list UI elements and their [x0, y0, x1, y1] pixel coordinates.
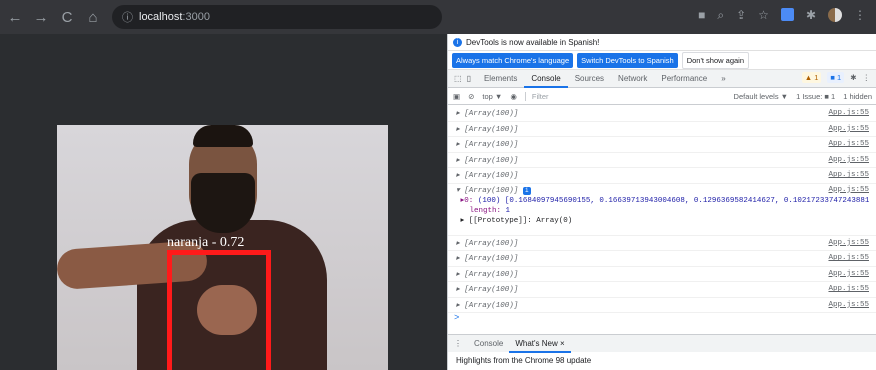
- hidden-count: 1 hidden: [843, 91, 872, 101]
- console-row[interactable]: ▸ [Array(100)] App.js:55: [448, 106, 876, 122]
- detection-box: [167, 250, 271, 370]
- console-row[interactable]: ▸ [Array(100)] App.js:55: [448, 298, 876, 313]
- language-notice: i DevTools is now available in Spanish!: [448, 34, 876, 51]
- source-link[interactable]: App.js:55: [828, 186, 869, 194]
- console-row[interactable]: ▸ [Array(100)] App.js:55: [448, 236, 876, 251]
- info-icon: i: [453, 37, 462, 47]
- filter-input[interactable]: Filter: [524, 91, 675, 101]
- dont-show-button[interactable]: Don't show again: [681, 51, 750, 69]
- clear-console-icon[interactable]: ⊘: [468, 92, 474, 101]
- prototype-entry[interactable]: ▸ [[Prototype]]: Array(0): [461, 217, 573, 225]
- forward-icon[interactable]: →: [30, 9, 52, 26]
- camera-icon[interactable]: ■: [698, 8, 705, 23]
- sidebar-toggle-icon[interactable]: ▣: [453, 92, 460, 101]
- detection-label: naranja - 0.72: [167, 235, 245, 250]
- source-link[interactable]: App.js:55: [828, 301, 869, 309]
- console-row-expanded[interactable]: ▾ [Array(100)] i ▸0: (100) [0.1684097945…: [448, 184, 876, 236]
- address-bar[interactable]: ⓘ localhost:3000: [112, 5, 442, 29]
- console-row[interactable]: ▸ [Array(100)] App.js:55: [448, 153, 876, 168]
- info-badge-icon: i: [522, 186, 531, 195]
- drawer-tab-whats-new[interactable]: What's New ×: [509, 335, 571, 353]
- warning-count: 1: [814, 73, 819, 82]
- warning-badge[interactable]: ▲ 1: [801, 72, 822, 83]
- more-tabs-icon[interactable]: »: [714, 70, 732, 88]
- console-row[interactable]: ▸ [Array(100)] App.js:55: [448, 137, 876, 153]
- tab-sources[interactable]: Sources: [568, 70, 611, 88]
- bookmark-star-icon[interactable]: ☆: [758, 8, 769, 23]
- console-row[interactable]: ▸ [Array(100)] App.js:55: [448, 251, 876, 267]
- page-content: naranja - 0.72: [0, 34, 447, 370]
- eye-icon[interactable]: ◉: [510, 92, 517, 101]
- share-icon[interactable]: ⇪: [736, 8, 746, 23]
- more-options-icon[interactable]: ⋮: [863, 73, 871, 82]
- info-badge[interactable]: ■ 1: [827, 72, 845, 83]
- back-icon[interactable]: ←: [4, 9, 26, 26]
- tab-elements[interactable]: Elements: [477, 70, 524, 88]
- home-icon[interactable]: ⌂: [82, 9, 104, 26]
- drawer-menu-icon[interactable]: ⋮: [448, 339, 468, 348]
- person-beard: [191, 173, 255, 233]
- length-value: 1: [505, 206, 511, 215]
- source-link[interactable]: App.js:55: [828, 109, 869, 117]
- tab-console[interactable]: Console: [524, 70, 568, 88]
- notice-text: DevTools is now available in Spanish!: [466, 37, 600, 47]
- person-hair: [193, 125, 253, 147]
- match-language-button[interactable]: Always match Chrome's language: [452, 52, 574, 68]
- webcam-video: naranja - 0.72: [57, 125, 388, 370]
- console-row[interactable]: ▸ [Array(100)] App.js:55: [448, 168, 876, 184]
- url-host: localhost: [139, 11, 183, 23]
- menu-icon[interactable]: ⋮: [854, 8, 866, 23]
- browser-toolbar: ← → C ⌂ ⓘ localhost:3000 ■ ⌕ ⇪ ☆ ✱ ⋮: [0, 0, 876, 34]
- source-link[interactable]: App.js:55: [828, 239, 869, 247]
- extension-icon[interactable]: [780, 8, 794, 21]
- devtools-panel: i DevTools is now available in Spanish! …: [447, 34, 876, 370]
- devtools-tabs: ⬚ ▯ Elements Console Sources Network Per…: [448, 70, 876, 88]
- source-link[interactable]: App.js:55: [828, 285, 869, 293]
- tab-performance[interactable]: Performance: [654, 70, 714, 88]
- info-count: 1: [837, 73, 842, 82]
- source-link[interactable]: App.js:55: [828, 156, 869, 164]
- device-toggle-icon[interactable]: ▯: [467, 74, 471, 83]
- site-info-icon[interactable]: ⓘ: [122, 9, 133, 25]
- length-key: length:: [469, 206, 502, 215]
- zoom-icon[interactable]: ⌕: [717, 8, 724, 23]
- console-toolbar: ▣ ⊘ top ▼ ◉ Filter Default levels ▼ 1 Is…: [448, 88, 876, 105]
- console-output[interactable]: ▸ [Array(100)] App.js:55 ▸ [Array(100)] Ap…: [448, 106, 876, 323]
- language-buttons: Always match Chrome's language Switch De…: [448, 51, 876, 70]
- expanded-array-head[interactable]: ▾ [Array(100)]: [456, 187, 518, 195]
- source-link[interactable]: App.js:55: [828, 125, 869, 133]
- url-port: :3000: [182, 11, 210, 23]
- issues-button[interactable]: 1 Issue: ■ 1: [796, 92, 835, 101]
- drawer-tabs: ⋮ Console What's New ×: [448, 334, 876, 353]
- console-row[interactable]: ▸ [Array(100)] App.js:55: [448, 282, 876, 298]
- drawer-tab-console[interactable]: Console: [468, 335, 509, 353]
- tab-network[interactable]: Network: [611, 70, 654, 88]
- context-selector[interactable]: top ▼: [482, 92, 502, 101]
- console-row[interactable]: ▸ [Array(100)] App.js:55: [448, 122, 876, 137]
- default-levels-dropdown[interactable]: Default levels ▼: [734, 92, 789, 101]
- reload-icon[interactable]: C: [56, 9, 78, 26]
- whats-new-highlights: Highlights from the Chrome 98 update: [456, 356, 592, 365]
- settings-gear-icon[interactable]: ✱: [850, 73, 856, 82]
- array-index-key[interactable]: ▸0:: [461, 197, 474, 205]
- inspect-icon[interactable]: ⬚: [454, 74, 462, 83]
- avatar[interactable]: [828, 8, 842, 22]
- source-link[interactable]: App.js:55: [828, 270, 869, 278]
- source-link[interactable]: App.js:55: [828, 171, 869, 179]
- console-row[interactable]: ▸ [Array(100)] App.js:55: [448, 267, 876, 282]
- array-values: (100) [0.1684097945690155, 0.16639713943…: [477, 196, 869, 205]
- source-link[interactable]: App.js:55: [828, 140, 869, 148]
- console-prompt[interactable]: >: [448, 313, 876, 325]
- source-link[interactable]: App.js:55: [828, 254, 869, 262]
- switch-spanish-button[interactable]: Switch DevTools to Spanish: [577, 52, 678, 68]
- extensions-puzzle-icon[interactable]: ✱: [806, 8, 816, 23]
